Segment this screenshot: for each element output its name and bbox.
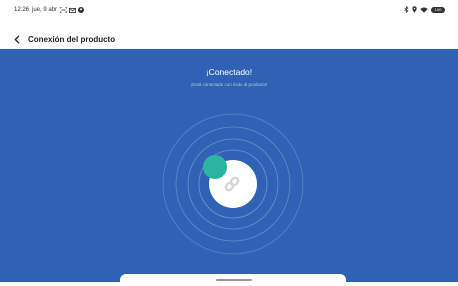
location-icon	[412, 6, 417, 13]
wifi-icon	[420, 7, 428, 13]
chevron-left-icon	[14, 34, 20, 44]
status-bar: 12:26 jue, 9 abr 100	[0, 0, 458, 20]
bluetooth-icon	[404, 6, 409, 13]
status-right: 100	[404, 6, 445, 13]
scan-icon	[60, 7, 68, 13]
status-notification-icons	[60, 7, 85, 13]
sheet-drag-handle[interactable]	[216, 279, 252, 281]
app-bar: Conexión del producto	[0, 29, 458, 49]
email-icon	[69, 7, 77, 13]
connection-panel: ¡Conectado! ¡Está conectado con éxito al…	[0, 49, 458, 282]
status-left: 12:26 jue, 9 abr	[14, 7, 85, 13]
account-icon	[78, 7, 85, 13]
signal-rings	[162, 113, 304, 255]
battery-icon: 100	[431, 6, 445, 13]
link-icon	[224, 176, 240, 192]
page-title: Conexión del producto	[28, 34, 116, 44]
status-date: jue, 9 abr	[32, 7, 58, 13]
status-time: 12:26	[14, 7, 30, 13]
bottom-sheet[interactable]	[120, 274, 346, 286]
back-button[interactable]	[12, 33, 22, 45]
